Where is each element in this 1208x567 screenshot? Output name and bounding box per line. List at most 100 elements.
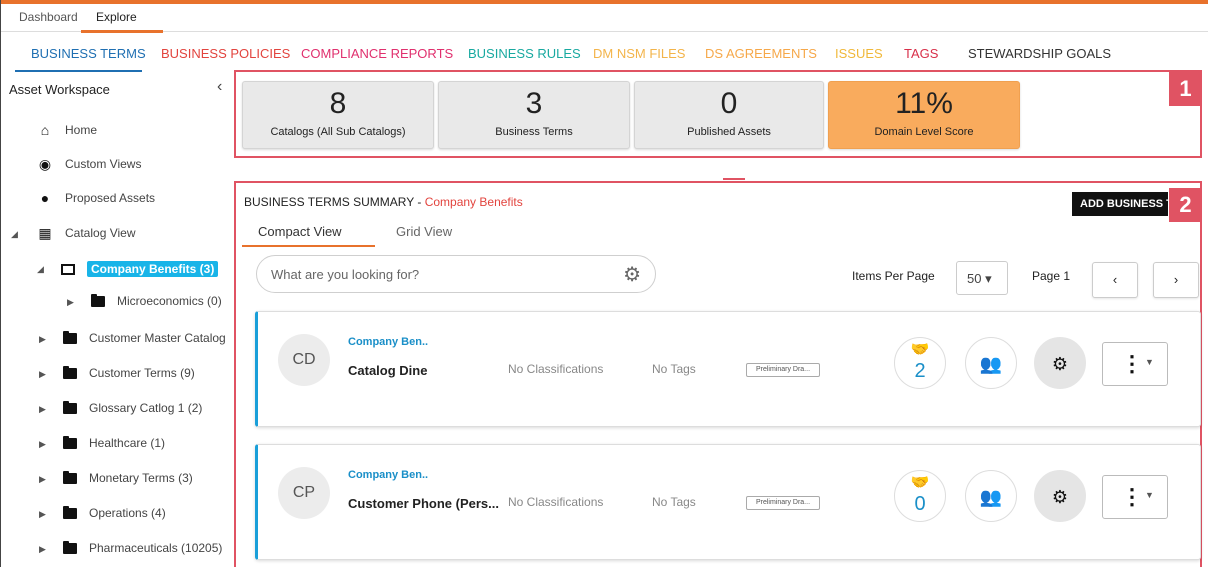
list-item[interactable]: CD Company Ben.. Catalog Dine No Classif… bbox=[255, 311, 1201, 427]
tree-node-catalog[interactable]: Customer Terms (9) bbox=[63, 362, 195, 384]
tags: No Tags bbox=[652, 362, 696, 376]
stat-card-domain-score[interactable]: 11% Domain Level Score bbox=[828, 81, 1020, 149]
sidebar-item-home[interactable]: ⌂ Home bbox=[37, 119, 97, 141]
collapsed-caret-icon[interactable]: ▶ bbox=[39, 439, 46, 450]
tree-node-catalog[interactable]: Glossary Catlog 1 (2) bbox=[63, 397, 202, 419]
stat-value: 3 bbox=[525, 87, 543, 120]
callout-badge-1: 1 bbox=[1169, 72, 1202, 106]
tab-dashboard[interactable]: Dashboard bbox=[19, 10, 78, 24]
users-button[interactable]: 👥 bbox=[965, 470, 1017, 522]
stat-label: Catalogs (All Sub Catalogs) bbox=[270, 126, 406, 138]
tab-tags[interactable]: TAGS bbox=[904, 46, 938, 61]
stat-card-published-assets[interactable]: 0 Published Assets bbox=[634, 81, 824, 149]
expand-caret-icon[interactable]: ◢ bbox=[11, 229, 18, 240]
insights-button[interactable]: ⚙ bbox=[1034, 470, 1086, 522]
tree-node-company-benefits[interactable]: Company Benefits (3) bbox=[61, 258, 219, 280]
tree-node-label: Glossary Catlog 1 (2) bbox=[89, 401, 203, 415]
tab-business-terms[interactable]: BUSINESS TERMS bbox=[31, 46, 146, 61]
stakeholder-count: 0 bbox=[914, 493, 926, 515]
collapse-sidebar-icon[interactable]: ‹ bbox=[217, 78, 222, 96]
tree-node-catalog[interactable]: Monetary Terms (3) bbox=[63, 467, 193, 489]
sidebar-item-custom-views[interactable]: ◉ Custom Views bbox=[37, 153, 142, 175]
folder-icon bbox=[63, 330, 77, 344]
add-business-term-button[interactable]: ADD BUSINESS T bbox=[1072, 192, 1168, 216]
tab-issues[interactable]: ISSUES bbox=[835, 46, 883, 61]
avatar: CD bbox=[278, 334, 330, 386]
lightbulb-icon: ● bbox=[40, 190, 50, 206]
selected-catalog-label: Company Benefits (3) bbox=[87, 261, 219, 277]
sidebar-item-proposed-assets[interactable]: ● Proposed Assets bbox=[37, 187, 155, 209]
tree-node-catalog[interactable]: Pharmaceuticals (10205) bbox=[63, 537, 222, 559]
tree-node-catalog[interactable]: Customer Master Catalog bbox=[63, 327, 226, 349]
insights-button[interactable]: ⚙ bbox=[1034, 337, 1086, 389]
tags: No Tags bbox=[652, 495, 696, 509]
list-item[interactable]: CP Company Ben.. Customer Phone (Pers...… bbox=[255, 444, 1201, 560]
term-name[interactable]: Catalog Dine bbox=[348, 363, 427, 378]
stat-value: 11% bbox=[895, 87, 953, 120]
summary-title: BUSINESS TERMS SUMMARY - Company Benefit… bbox=[244, 195, 523, 209]
folder-open-icon bbox=[61, 263, 75, 275]
collapsed-caret-icon[interactable]: ▶ bbox=[39, 509, 46, 520]
tab-grid-view[interactable]: Grid View bbox=[396, 224, 452, 239]
stakeholders-button[interactable]: 🤝 2 bbox=[894, 337, 946, 389]
stat-card-business-terms[interactable]: 3 Business Terms bbox=[438, 81, 630, 149]
collapsed-caret-icon[interactable]: ▶ bbox=[39, 404, 46, 415]
collapsed-caret-icon[interactable]: ▶ bbox=[39, 334, 46, 345]
tree-node-label: Microeconomics (0) bbox=[117, 294, 222, 308]
kebab-icon: ⋮ bbox=[1121, 484, 1143, 509]
term-name[interactable]: Customer Phone (Pers... bbox=[348, 496, 499, 511]
collapsed-caret-icon[interactable]: ▶ bbox=[39, 474, 46, 485]
search-input[interactable]: What are you looking for? ⚙ bbox=[256, 255, 656, 293]
handshake-icon: 🤝 bbox=[910, 341, 930, 358]
next-page-button[interactable]: › bbox=[1153, 262, 1199, 298]
prev-page-button[interactable]: ‹ bbox=[1092, 262, 1138, 298]
folder-icon bbox=[63, 400, 77, 414]
row-actions-menu[interactable]: ⋮ ▼ bbox=[1102, 342, 1168, 386]
stat-label: Published Assets bbox=[687, 126, 771, 138]
catalog-link[interactable]: Company Ben.. bbox=[348, 336, 428, 348]
stakeholder-count: 2 bbox=[914, 360, 926, 382]
catalog-link[interactable]: Company Ben.. bbox=[348, 469, 428, 481]
kebab-icon: ⋮ bbox=[1121, 351, 1143, 376]
folder-icon bbox=[63, 365, 77, 379]
stats-panel: 8 Catalogs (All Sub Catalogs) 3 Business… bbox=[234, 70, 1202, 158]
home-icon: ⌂ bbox=[40, 122, 50, 138]
page-indicator: Page 1 bbox=[1032, 269, 1071, 283]
tab-stewardship-goals[interactable]: STEWARDSHIP GOALS bbox=[968, 46, 1111, 61]
tree-node-microeconomics[interactable]: Microeconomics (0) bbox=[91, 290, 222, 312]
collapsed-caret-icon[interactable]: ▶ bbox=[39, 544, 46, 555]
users-button[interactable]: 👥 bbox=[965, 337, 1017, 389]
active-view-indicator bbox=[242, 245, 375, 247]
head-gear-icon: ⚙ bbox=[1051, 354, 1069, 374]
tab-business-policies[interactable]: BUSINESS POLICIES bbox=[161, 46, 290, 61]
sidebar-item-catalog-view[interactable]: ▦ Catalog View bbox=[37, 222, 135, 244]
folder-icon bbox=[63, 505, 77, 519]
asset-type-tabs: BUSINESS TERMS BUSINESS POLICIES COMPLIA… bbox=[1, 32, 1208, 72]
gear-icon[interactable]: ⚙ bbox=[623, 262, 641, 287]
tree-node-label: Customer Terms (9) bbox=[89, 366, 195, 380]
items-per-page-label: Items Per Page bbox=[852, 269, 935, 283]
panel-divider bbox=[723, 178, 745, 180]
stat-card-catalogs[interactable]: 8 Catalogs (All Sub Catalogs) bbox=[242, 81, 434, 149]
tab-dm-nsm-files[interactable]: DM NSM FILES bbox=[593, 46, 685, 61]
sidebar-item-label: Custom Views bbox=[65, 157, 142, 171]
folder-icon bbox=[63, 435, 77, 449]
classifications: No Classifications bbox=[508, 495, 604, 509]
tab-compact-view[interactable]: Compact View bbox=[258, 224, 342, 239]
tree-node-catalog[interactable]: Operations (4) bbox=[63, 502, 166, 524]
stakeholders-button[interactable]: 🤝 0 bbox=[894, 470, 946, 522]
folder-icon bbox=[63, 540, 77, 554]
tree-node-catalog[interactable]: Healthcare (1) bbox=[63, 432, 165, 454]
expand-caret-icon[interactable]: ◢ bbox=[37, 264, 44, 275]
chevron-down-icon: ▼ bbox=[1145, 357, 1154, 367]
tab-explore[interactable]: Explore bbox=[96, 10, 137, 24]
collapsed-caret-icon[interactable]: ▶ bbox=[67, 297, 74, 308]
row-actions-menu[interactable]: ⋮ ▼ bbox=[1102, 475, 1168, 519]
handshake-icon: 🤝 bbox=[910, 474, 930, 491]
items-per-page-select[interactable]: 50 ▾ bbox=[956, 261, 1008, 295]
tab-compliance-reports[interactable]: COMPLIANCE REPORTS bbox=[301, 46, 453, 61]
collapsed-caret-icon[interactable]: ▶ bbox=[39, 369, 46, 380]
stat-value: 8 bbox=[329, 87, 347, 120]
tab-business-rules[interactable]: BUSINESS RULES bbox=[468, 46, 581, 61]
tab-ds-agreements[interactable]: DS AGREEMENTS bbox=[705, 46, 817, 61]
